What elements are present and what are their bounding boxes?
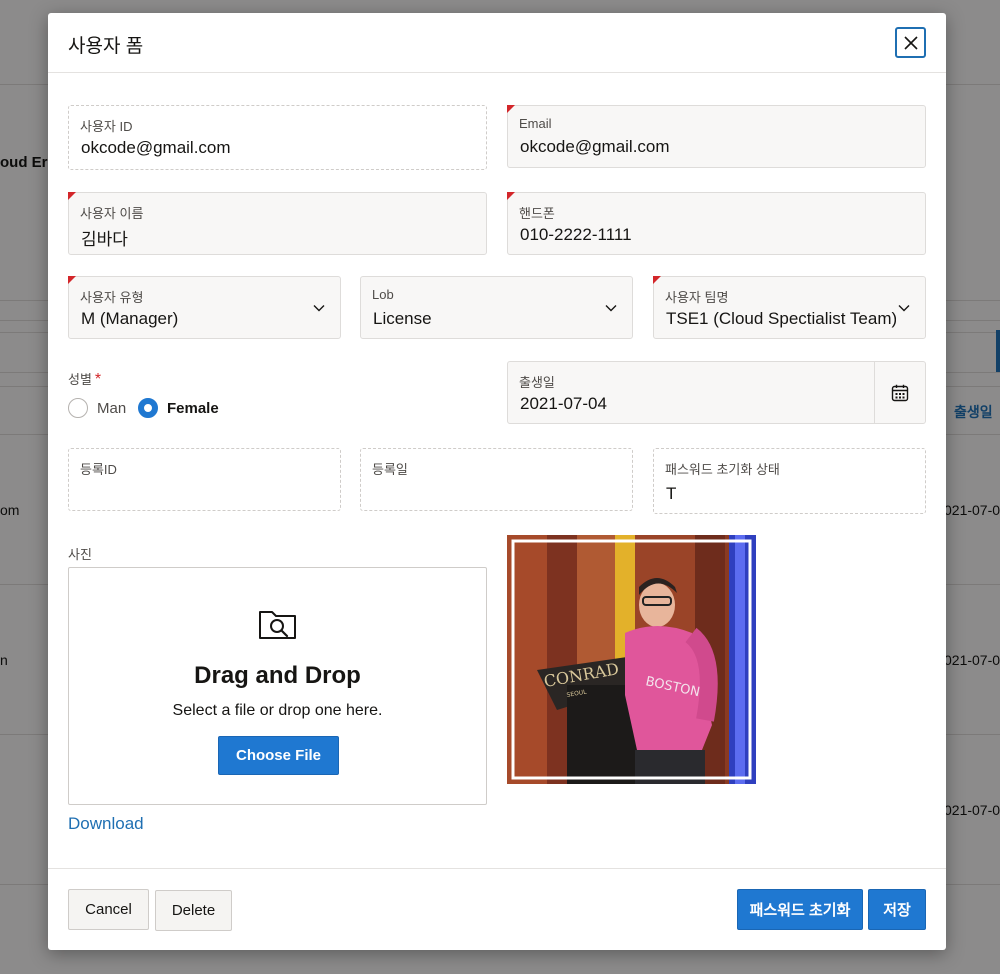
lob-label: Lob [372,287,394,302]
save-button[interactable]: 저장 [868,889,926,930]
phone-label: 핸드폰 [519,206,555,221]
birth-date-label: 출생일 [519,375,555,390]
user-type-select[interactable]: 사용자 유형 M (Manager) [68,276,341,339]
user-form-dialog: 사용자 폼 사용자 ID okcode@gmail.com Email okco… [48,13,946,950]
dialog-header: 사용자 폼 [48,13,946,73]
footer-divider [48,868,946,869]
user-type-value: M (Manager) [81,309,179,328]
email-label: Email [519,116,552,131]
dropzone-subtitle: Select a file or drop one here. [172,702,383,719]
close-button[interactable] [895,27,926,58]
user-id-value: okcode@gmail.com [81,138,231,157]
choose-file-button[interactable]: Choose File [218,736,339,775]
required-indicator [507,105,515,113]
reg-date-field: 등록일 [360,448,633,511]
required-star: * [94,371,102,388]
birth-date-value: 2021-07-04 [520,394,607,413]
user-id-label: 사용자 ID [80,119,133,134]
email-value: okcode@gmail.com [520,137,670,156]
pw-reset-status-field: 패스워드 초기화 상태 T [653,448,926,514]
gender-man-radio[interactable] [68,398,88,418]
user-name-field[interactable]: 사용자 이름 김바다 [68,192,487,255]
user-name-value: 김바다 [81,230,128,249]
lob-select[interactable]: Lob License [360,276,633,339]
pw-reset-status-value: T [666,484,677,503]
photo-preview-image: CONRAD SEOUL BOSTON [507,535,756,784]
photo-label: 사진 [68,547,92,562]
required-indicator [68,192,76,200]
chevron-down-icon [313,305,325,312]
team-value: TSE1 (Cloud Spectialist Team) [666,309,896,328]
birth-date-field[interactable]: 출생일 2021-07-04 [507,361,875,424]
photo-preview: CONRAD SEOUL BOSTON [507,535,756,784]
user-name-label: 사용자 이름 [80,206,144,221]
chevron-down-icon [898,305,910,312]
reg-date-label: 등록일 [372,462,408,477]
close-icon [903,35,918,50]
required-indicator [653,276,661,284]
team-select[interactable]: 사용자 팀명 TSE1 (Cloud Spectialist Team) [653,276,926,339]
file-dropzone[interactable]: Drag and Drop Select a file or drop one … [68,567,487,805]
reg-id-field: 등록ID [68,448,341,511]
chevron-down-icon [605,305,617,312]
download-link[interactable]: Download [68,814,144,834]
reg-id-label: 등록ID [80,462,117,477]
required-indicator [68,276,76,284]
cancel-button[interactable]: Cancel [68,889,149,930]
team-label: 사용자 팀명 [665,290,729,305]
user-id-field: 사용자 ID okcode@gmail.com [68,105,487,170]
required-indicator [507,192,515,200]
dialog-title: 사용자 폼 [68,36,144,57]
phone-value: 010-2222-1111 [520,225,632,244]
pw-reset-status-label: 패스워드 초기화 상태 [665,462,780,477]
lob-value: License [373,309,432,328]
gender-label: 성별 * [68,371,102,388]
phone-field[interactable]: 핸드폰 010-2222-1111 [507,192,926,255]
email-field[interactable]: Email okcode@gmail.com [507,105,926,168]
delete-button[interactable]: Delete [155,890,232,931]
gender-man-label[interactable]: Man [97,400,126,417]
reset-password-button[interactable]: 패스워드 초기화 [737,889,863,930]
calendar-button[interactable] [874,361,926,424]
user-type-label: 사용자 유형 [80,290,144,305]
gender-female-radio[interactable] [138,398,158,418]
calendar-icon [891,384,909,401]
dropzone-title: Drag and Drop [194,662,361,689]
folder-search-icon [259,611,296,639]
gender-female-label[interactable]: Female [167,400,219,417]
